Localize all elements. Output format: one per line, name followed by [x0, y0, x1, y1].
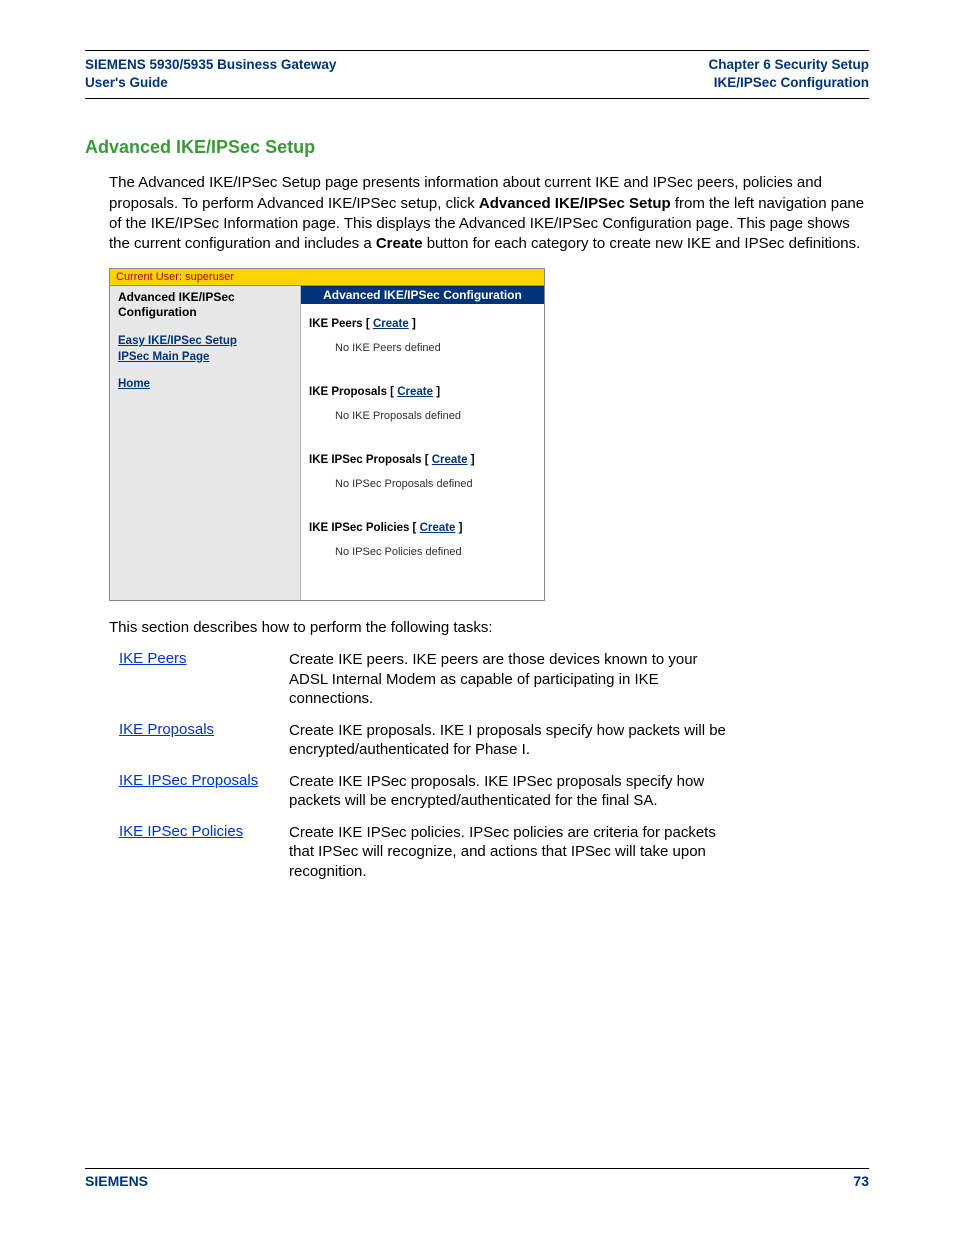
- task-desc-ike-proposals: Create IKE proposals. IKE I proposals sp…: [289, 721, 729, 760]
- task-link-ipsec-policies[interactable]: IKE IPSec Policies: [119, 823, 243, 840]
- panel-content: Advanced IKE/IPSec Configuration IKE Pee…: [300, 286, 544, 600]
- task-link-ipsec-proposals[interactable]: IKE IPSec Proposals: [119, 772, 258, 789]
- section-ike-peers: IKE Peers [ Create ] No IKE Peers define…: [301, 308, 544, 372]
- create-ike-proposals-link[interactable]: Create: [397, 386, 433, 398]
- sidebar: Advanced IKE/IPSec Configuration Easy IK…: [110, 286, 300, 600]
- intro-bold-2: Create: [376, 235, 423, 252]
- section-ipsec-proposals: IKE IPSec Proposals [ Create ] No IPSec …: [301, 444, 544, 508]
- tasks-table: IKE Peers Create IKE peers. IKE peers ar…: [119, 650, 869, 881]
- section-ipsec-policies: IKE IPSec Policies [ Create ] No IPSec P…: [301, 512, 544, 576]
- ike-proposals-label: IKE Proposals [ Create ]: [309, 386, 440, 398]
- config-panel: Current User: superuser Advanced IKE/IPS…: [109, 268, 545, 601]
- section-ike-proposals: IKE Proposals [ Create ] No IKE Proposal…: [301, 376, 544, 440]
- intro-text-3: button for each category to create new I…: [423, 235, 861, 252]
- task-row-ipsec-policies: IKE IPSec Policies Create IKE IPSec poli…: [119, 823, 869, 882]
- current-user-bar: Current User: superuser: [110, 269, 544, 286]
- page-header: SIEMENS 5930/5935 Business Gateway User'…: [85, 53, 869, 99]
- ike-peers-msg: No IKE Peers defined: [309, 332, 536, 372]
- tasks-intro: This section describes how to perform th…: [109, 619, 869, 636]
- task-link-ike-peers[interactable]: IKE Peers: [119, 650, 187, 667]
- header-left: SIEMENS 5930/5935 Business Gateway User'…: [85, 56, 336, 92]
- ike-proposals-msg: No IKE Proposals defined: [309, 400, 536, 440]
- chapter-subtitle: IKE/IPSec Configuration: [714, 75, 869, 90]
- doc-title: SIEMENS 5930/5935 Business Gateway: [85, 57, 336, 72]
- chapter-title: Chapter 6 Security Setup: [708, 57, 869, 72]
- task-row-ipsec-proposals: IKE IPSec Proposals Create IKE IPSec pro…: [119, 772, 869, 811]
- task-desc-ipsec-proposals: Create IKE IPSec proposals. IKE IPSec pr…: [289, 772, 729, 811]
- intro-bold-1: Advanced IKE/IPSec Setup: [479, 195, 671, 212]
- sidebar-link-ipsec-main[interactable]: IPSec Main Page: [118, 350, 292, 366]
- task-row-ike-peers: IKE Peers Create IKE peers. IKE peers ar…: [119, 650, 869, 709]
- create-ipsec-policies-link[interactable]: Create: [420, 522, 456, 534]
- page-number: 73: [853, 1173, 869, 1189]
- ipsec-proposals-label-text: IKE IPSec Proposals: [309, 454, 422, 466]
- sidebar-title-l1: Advanced IKE/IPSec: [118, 290, 235, 304]
- task-link-ike-proposals[interactable]: IKE Proposals: [119, 721, 214, 738]
- intro-paragraph: The Advanced IKE/IPSec Setup page presen…: [109, 173, 869, 254]
- ipsec-policies-label: IKE IPSec Policies [ Create ]: [309, 522, 462, 534]
- section-heading: Advanced IKE/IPSec Setup: [85, 137, 869, 158]
- sidebar-title-l2: Configuration: [118, 305, 197, 319]
- header-right: Chapter 6 Security Setup IKE/IPSec Confi…: [708, 56, 869, 92]
- ipsec-proposals-label: IKE IPSec Proposals [ Create ]: [309, 454, 475, 466]
- ike-proposals-label-text: IKE Proposals: [309, 386, 387, 398]
- ike-peers-label-text: IKE Peers: [309, 318, 363, 330]
- page-footer: SIEMENS 73: [85, 1168, 869, 1189]
- task-desc-ipsec-policies: Create IKE IPSec policies. IPSec policie…: [289, 823, 729, 882]
- doc-subtitle: User's Guide: [85, 75, 168, 90]
- ike-peers-label: IKE Peers [ Create ]: [309, 318, 416, 330]
- ipsec-policies-msg: No IPSec Policies defined: [309, 536, 536, 576]
- create-ike-peers-link[interactable]: Create: [373, 318, 409, 330]
- sidebar-title: Advanced IKE/IPSec Configuration: [118, 290, 292, 320]
- task-desc-ike-peers: Create IKE peers. IKE peers are those de…: [289, 650, 729, 709]
- create-ipsec-proposals-link[interactable]: Create: [432, 454, 468, 466]
- task-row-ike-proposals: IKE Proposals Create IKE proposals. IKE …: [119, 721, 869, 760]
- sidebar-link-easy-setup[interactable]: Easy IKE/IPSec Setup: [118, 334, 292, 350]
- ipsec-proposals-msg: No IPSec Proposals defined: [309, 468, 536, 508]
- panel-content-title: Advanced IKE/IPSec Configuration: [301, 286, 544, 304]
- sidebar-link-home[interactable]: Home: [118, 377, 292, 393]
- footer-brand: SIEMENS: [85, 1173, 148, 1189]
- ipsec-policies-label-text: IKE IPSec Policies: [309, 522, 409, 534]
